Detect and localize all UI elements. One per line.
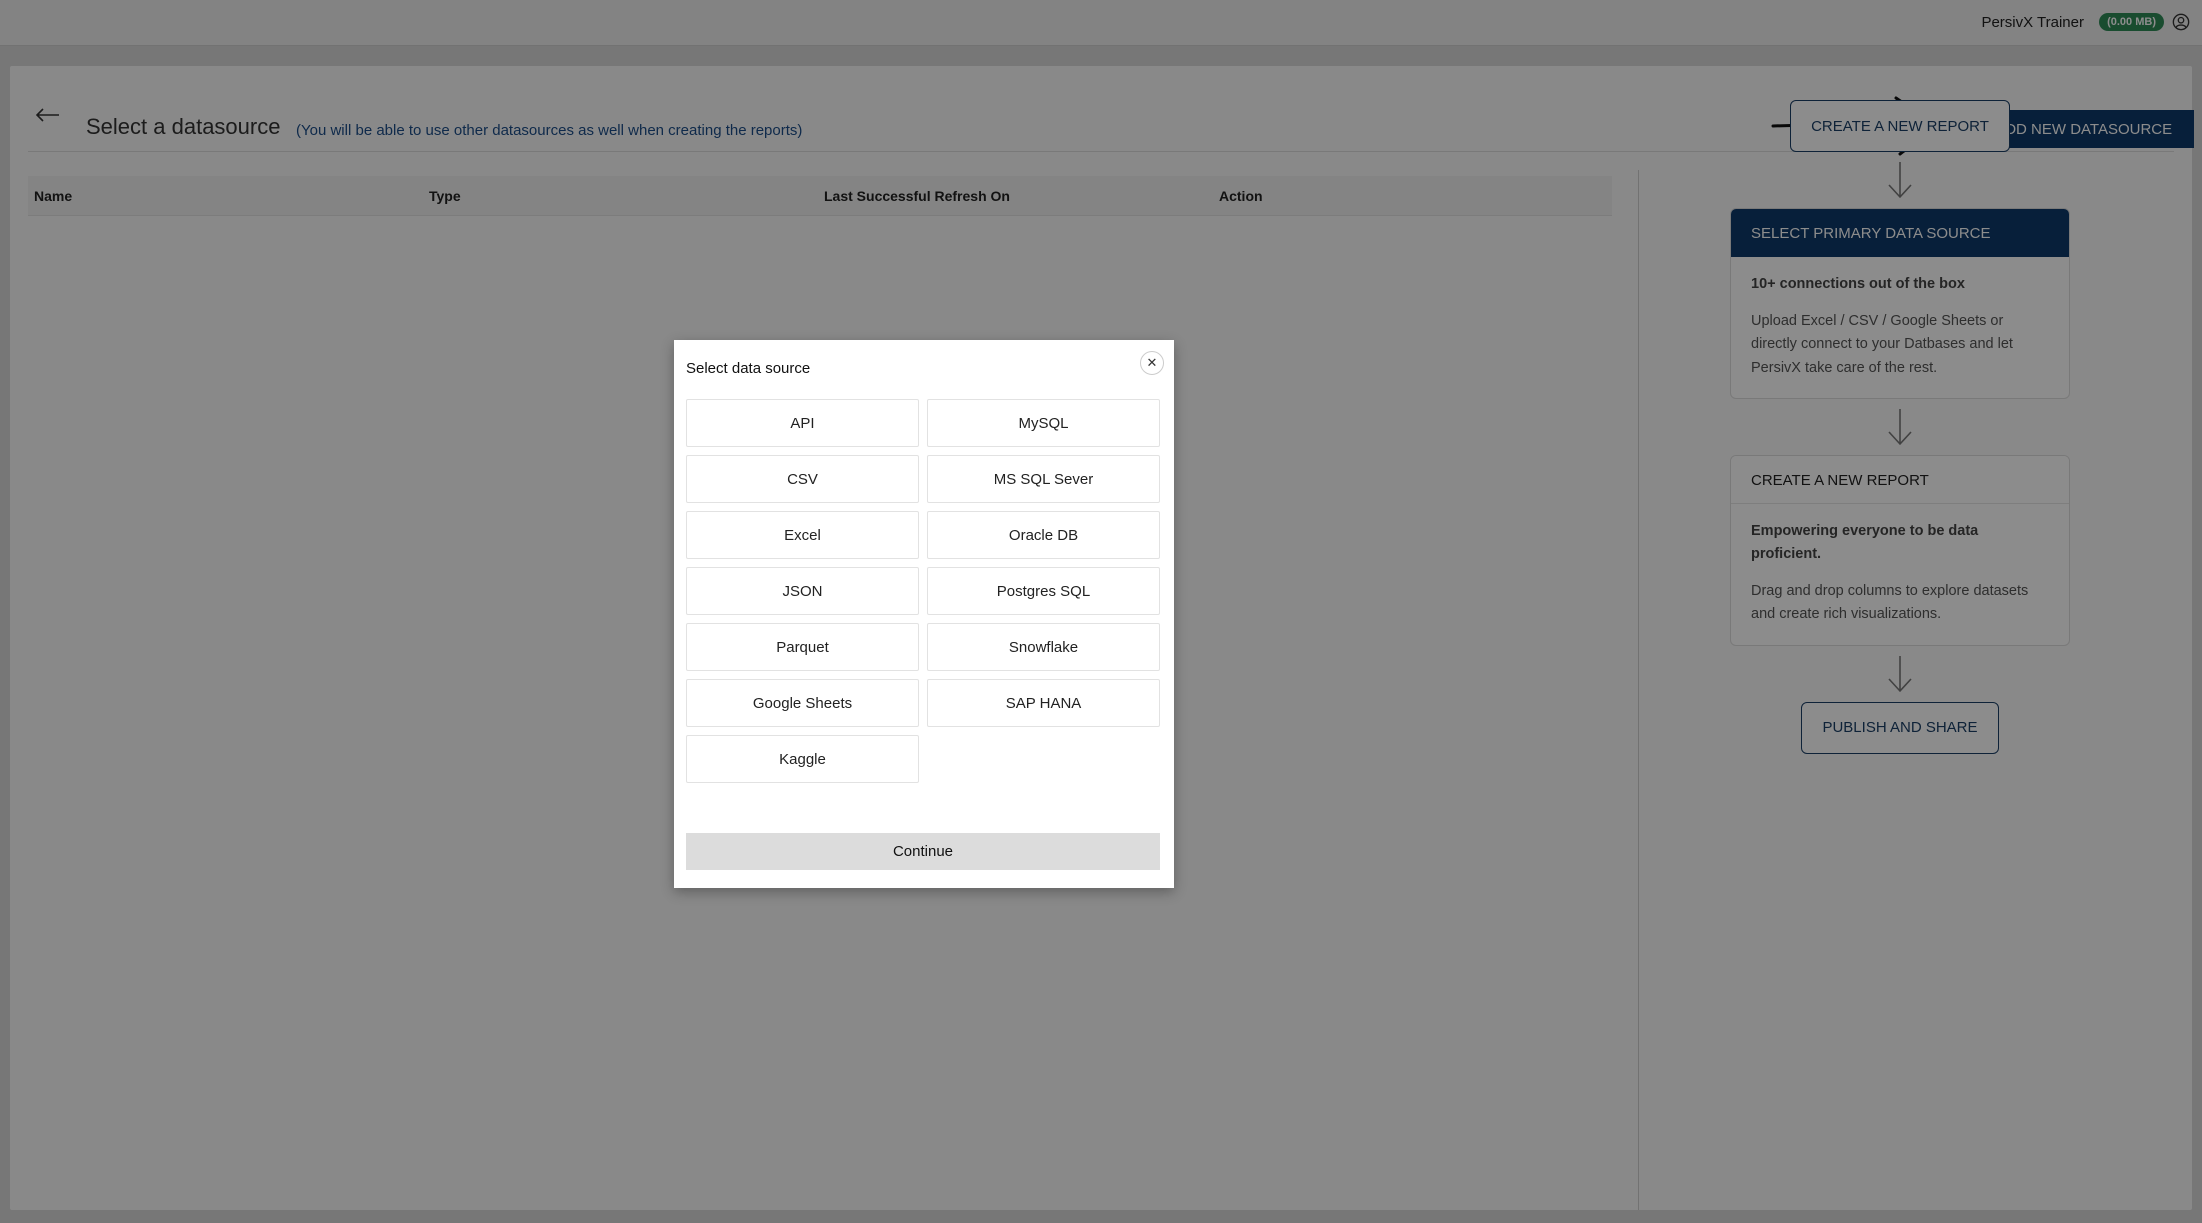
modal-title: Select data source [686,360,811,377]
option-ms-sql-server[interactable]: MS SQL Sever [927,455,1160,503]
option-postgres-sql[interactable]: Postgres SQL [927,567,1160,615]
option-google-sheets[interactable]: Google Sheets [686,679,919,727]
close-icon[interactable]: ✕ [1140,351,1164,375]
option-api[interactable]: API [686,399,919,447]
option-sap-hana[interactable]: SAP HANA [927,679,1160,727]
option-mysql[interactable]: MySQL [927,399,1160,447]
option-kaggle[interactable]: Kaggle [686,735,919,783]
data-source-options: API MySQL CSV MS SQL Sever Excel Oracle … [686,399,1160,783]
option-oracle-db[interactable]: Oracle DB [927,511,1160,559]
option-snowflake[interactable]: Snowflake [927,623,1160,671]
option-parquet[interactable]: Parquet [686,623,919,671]
continue-button[interactable]: Continue [686,833,1160,870]
option-csv[interactable]: CSV [686,455,919,503]
option-json[interactable]: JSON [686,567,919,615]
select-data-source-modal: Select data source ✕ API MySQL CSV MS SQ… [674,340,1174,888]
option-excel[interactable]: Excel [686,511,919,559]
